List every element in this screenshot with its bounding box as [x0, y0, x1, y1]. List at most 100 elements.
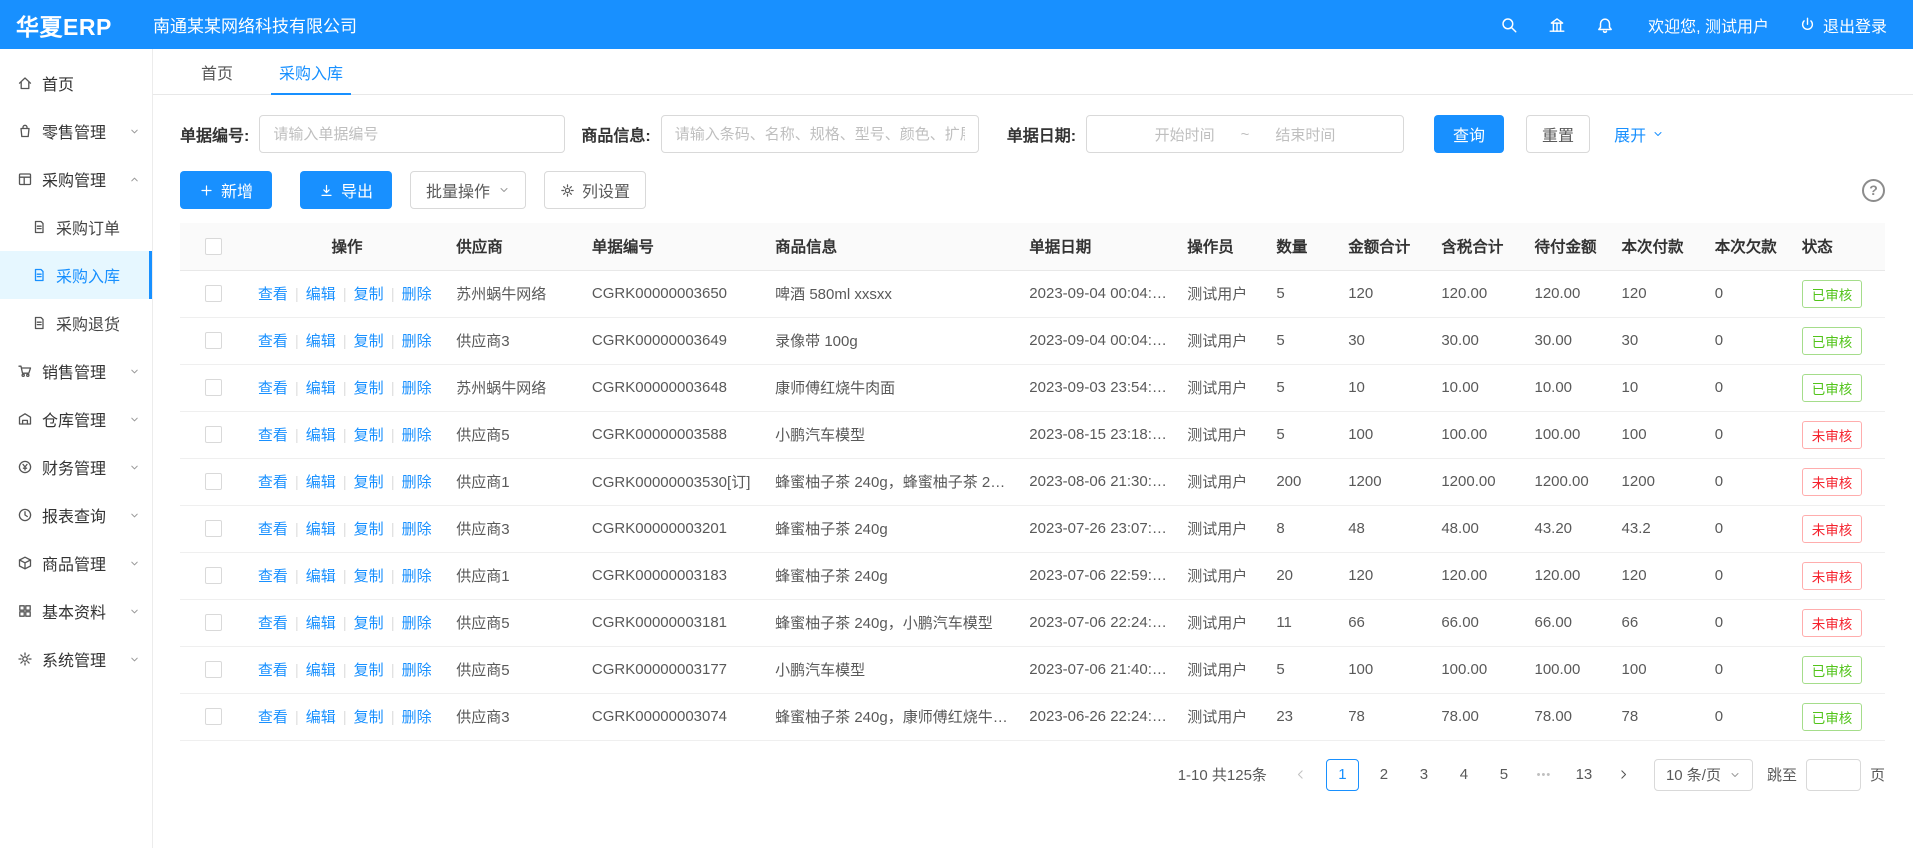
link-separator: | — [295, 709, 299, 726]
sidebar-item-purchase-return[interactable]: 采购退货 — [0, 299, 152, 347]
tab-home[interactable]: 首页 — [193, 49, 241, 94]
page-button[interactable]: 1 — [1326, 759, 1359, 791]
page-button[interactable]: 5 — [1489, 759, 1519, 791]
delete-link[interactable]: 删除 — [402, 568, 432, 585]
batch-operations-button[interactable]: 批量操作 — [410, 171, 526, 209]
page-button[interactable]: 13 — [1569, 759, 1599, 791]
export-button[interactable]: 导出 — [300, 171, 392, 209]
edit-link[interactable]: 编辑 — [306, 380, 336, 397]
edit-link[interactable]: 编辑 — [306, 474, 336, 491]
reset-button[interactable]: 重置 — [1526, 115, 1590, 153]
copy-link[interactable]: 复制 — [354, 333, 384, 350]
view-link[interactable]: 查看 — [258, 427, 288, 444]
view-link[interactable]: 查看 — [258, 286, 288, 303]
delete-link[interactable]: 删除 — [402, 615, 432, 632]
view-link[interactable]: 查看 — [258, 380, 288, 397]
date-range-picker[interactable]: 开始时间 ~ 结束时间 — [1086, 115, 1404, 153]
next-page-button[interactable] — [1609, 759, 1639, 791]
copy-link[interactable]: 复制 — [354, 521, 384, 538]
date-cell: 2023-07-06 22:59:29 — [1019, 552, 1177, 599]
row-checkbox[interactable] — [205, 379, 222, 396]
copy-link[interactable]: 复制 — [354, 568, 384, 585]
copy-link[interactable]: 复制 — [354, 615, 384, 632]
bill-no-input[interactable] — [259, 115, 565, 153]
page-ellipsis[interactable]: ••• — [1529, 759, 1559, 791]
sidebar-item-basic[interactable]: 基本资料 — [0, 587, 152, 635]
expand-link[interactable]: 展开 — [1614, 122, 1664, 146]
paid-cell: 120 — [1612, 552, 1705, 599]
sidebar-item-retail[interactable]: 零售管理 — [0, 107, 152, 155]
view-link[interactable]: 查看 — [258, 521, 288, 538]
delete-link[interactable]: 删除 — [402, 286, 432, 303]
edit-link[interactable]: 编辑 — [306, 427, 336, 444]
row-checkbox[interactable] — [205, 708, 222, 725]
page-button[interactable]: 3 — [1409, 759, 1439, 791]
logout-button[interactable]: 退出登录 — [1799, 13, 1887, 37]
view-link[interactable]: 查看 — [258, 333, 288, 350]
edit-link[interactable]: 编辑 — [306, 568, 336, 585]
column-header: 金额合计 — [1338, 223, 1431, 270]
sidebar-item-goods[interactable]: 商品管理 — [0, 539, 152, 587]
column-settings-button[interactable]: 列设置 — [544, 171, 646, 209]
copy-link[interactable]: 复制 — [354, 380, 384, 397]
prev-page-button[interactable] — [1286, 759, 1316, 791]
jump-page-input[interactable] — [1806, 759, 1861, 791]
goods-info-input[interactable] — [661, 115, 979, 153]
row-checkbox[interactable] — [205, 567, 222, 584]
edit-link[interactable]: 编辑 — [306, 286, 336, 303]
delete-link[interactable]: 删除 — [402, 709, 432, 726]
add-button[interactable]: 新增 — [180, 171, 272, 209]
edit-link[interactable]: 编辑 — [306, 709, 336, 726]
search-icon[interactable] — [1500, 16, 1518, 34]
sidebar-item-purchase-order[interactable]: 采购订单 — [0, 203, 152, 251]
sidebar-item-system[interactable]: 系统管理 — [0, 635, 152, 683]
search-button[interactable]: 查询 — [1434, 115, 1504, 153]
view-link[interactable]: 查看 — [258, 568, 288, 585]
row-checkbox[interactable] — [205, 661, 222, 678]
row-checkbox[interactable] — [205, 285, 222, 302]
page-size-select[interactable]: 10 条/页 — [1654, 759, 1753, 791]
page-button[interactable]: 2 — [1369, 759, 1399, 791]
sidebar-item-finance[interactable]: 财务管理 — [0, 443, 152, 491]
copy-link[interactable]: 复制 — [354, 474, 384, 491]
amount-cell: 48 — [1338, 505, 1431, 552]
edit-link[interactable]: 编辑 — [306, 521, 336, 538]
page-button[interactable]: 4 — [1449, 759, 1479, 791]
sidebar-item-report[interactable]: 报表查询 — [0, 491, 152, 539]
delete-link[interactable]: 删除 — [402, 474, 432, 491]
sidebar-item-warehouse[interactable]: 仓库管理 — [0, 395, 152, 443]
copy-link[interactable]: 复制 — [354, 286, 384, 303]
pagination-total: 1-10 共125条 — [1178, 764, 1267, 785]
bell-icon[interactable] — [1596, 16, 1614, 34]
delete-link[interactable]: 删除 — [402, 521, 432, 538]
help-icon[interactable]: ? — [1862, 179, 1885, 202]
edit-link[interactable]: 编辑 — [306, 615, 336, 632]
row-checkbox[interactable] — [205, 473, 222, 490]
copy-link[interactable]: 复制 — [354, 709, 384, 726]
view-link[interactable]: 查看 — [258, 474, 288, 491]
copy-link[interactable]: 复制 — [354, 427, 384, 444]
sidebar-item-purchase[interactable]: 采购管理 — [0, 155, 152, 203]
building-icon[interactable] — [1548, 16, 1566, 34]
view-link[interactable]: 查看 — [258, 615, 288, 632]
row-checkbox[interactable] — [205, 520, 222, 537]
row-checkbox[interactable] — [205, 426, 222, 443]
delete-link[interactable]: 删除 — [402, 427, 432, 444]
view-link[interactable]: 查看 — [258, 709, 288, 726]
delete-link[interactable]: 删除 — [402, 380, 432, 397]
delete-link[interactable]: 删除 — [402, 333, 432, 350]
view-link[interactable]: 查看 — [258, 662, 288, 679]
select-all-header — [180, 223, 248, 270]
sidebar-item-purchase-in[interactable]: 采购入库 — [0, 251, 152, 299]
tab-purchase-in[interactable]: 采购入库 — [271, 49, 351, 94]
select-all-checkbox[interactable] — [205, 238, 222, 255]
sidebar-item-sales[interactable]: 销售管理 — [0, 347, 152, 395]
column-header: 含税合计 — [1431, 223, 1524, 270]
edit-link[interactable]: 编辑 — [306, 662, 336, 679]
sidebar-item-home[interactable]: 首页 — [0, 59, 152, 107]
edit-link[interactable]: 编辑 — [306, 333, 336, 350]
row-checkbox[interactable] — [205, 614, 222, 631]
row-checkbox[interactable] — [205, 332, 222, 349]
copy-link[interactable]: 复制 — [354, 662, 384, 679]
delete-link[interactable]: 删除 — [402, 662, 432, 679]
